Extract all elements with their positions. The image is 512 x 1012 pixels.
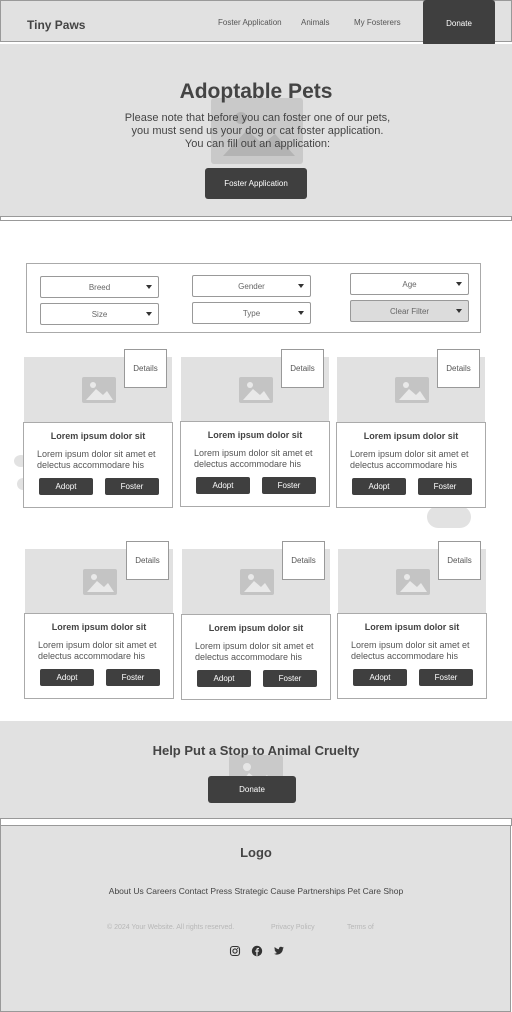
type-select[interactable]: Type [192,302,311,324]
chevron-down-icon [298,284,304,288]
footer-link-pet-care-shop[interactable]: Pet Care Shop [347,886,403,896]
adopt-button[interactable]: Adopt [40,669,94,686]
image-icon [239,377,273,403]
chevron-down-icon [298,311,304,315]
adopt-button[interactable]: Adopt [353,669,407,686]
adopt-button[interactable]: Adopt [197,670,251,687]
pet-card: Lorem ipsum dolor sit Lorem ipsum dolor … [337,613,487,699]
age-select[interactable]: Age [350,273,469,295]
pet-card-description: Lorem ipsum dolor sit amet et delectus a… [37,449,156,470]
image-icon [83,569,117,595]
pet-card-title: Lorem ipsum dolor sit [51,622,147,632]
instagram-icon[interactable] [229,945,241,957]
age-select-label: Age [402,279,417,289]
clear-filter-label: Clear Filter [389,306,430,316]
nav-link-foster-application[interactable]: Foster Application [218,18,282,27]
adopt-button[interactable]: Adopt [196,477,250,494]
hero-line: Please note that before you can foster o… [124,112,391,124]
foster-button[interactable]: Foster [106,669,160,686]
image-icon [82,377,116,403]
terms-link[interactable]: Terms of [347,924,374,931]
nav-link-my-fosterers[interactable]: My Fosterers [354,18,401,27]
adopt-button[interactable]: Adopt [39,478,93,495]
copyright-text: © 2024 Your Website. All rights reserved… [107,924,235,931]
hero-line: you must send us your dog or cat foster … [131,125,384,137]
chevron-down-icon [146,312,152,316]
gender-select[interactable]: Gender [192,275,311,297]
chevron-down-icon [456,309,462,313]
footer-link-about[interactable]: About Us [109,886,144,896]
footer-link-contact[interactable]: Contact [179,886,208,896]
details-button[interactable]: Details [437,349,480,388]
pet-card-description: Lorem ipsum dolor sit amet et delectus a… [195,641,314,662]
donate-button[interactable]: Donate [208,776,296,803]
pet-card-title: Lorem ipsum dolor sit [50,431,146,441]
privacy-policy-link[interactable]: Privacy Policy [271,924,315,931]
footer-link-press[interactable]: Press [210,886,232,896]
details-button[interactable]: Details [124,349,167,388]
footer-links: About Us Careers Contact Press Strategic… [0,886,512,896]
chevron-down-icon [146,285,152,289]
details-button[interactable]: Details [126,541,169,580]
foster-button[interactable]: Foster [419,669,473,686]
pet-card-title: Lorem ipsum dolor sit [364,622,460,632]
pet-card-title: Lorem ipsum dolor sit [208,623,304,633]
foster-application-button[interactable]: Foster Application [205,168,307,199]
size-select-label: Size [91,309,108,319]
chevron-down-icon [456,282,462,286]
foster-button[interactable]: Foster [105,478,159,495]
foster-button[interactable]: Foster [263,670,317,687]
image-icon [395,377,429,403]
cruelty-heading: Help Put a Stop to Animal Cruelty [152,743,360,758]
pet-card: Lorem ipsum dolor sit Lorem ipsum dolor … [181,614,331,700]
details-button[interactable]: Details [281,349,324,388]
pet-card-description: Lorem ipsum dolor sit amet et delectus a… [38,640,157,661]
details-button[interactable]: Details [438,541,481,580]
facebook-icon[interactable] [251,945,263,957]
pet-card-title: Lorem ipsum dolor sit [363,431,459,441]
hero-line: You can fill out an application: [184,138,331,150]
breed-select[interactable]: Breed [40,276,159,298]
section-divider [0,818,512,826]
footer-link-careers[interactable]: Careers [146,886,176,896]
nav-link-animals[interactable]: Animals [301,18,329,27]
image-icon [240,569,274,595]
page-title: Adoptable Pets [179,80,333,103]
twitter-icon[interactable] [273,945,285,957]
pet-card-description: Lorem ipsum dolor sit amet et delectus a… [350,449,469,470]
image-icon [396,569,430,595]
paw-decoration [427,506,471,528]
foster-button[interactable]: Foster [418,478,472,495]
footer-logo[interactable]: Logo [0,845,512,860]
nav-donate-button[interactable]: Donate [423,0,495,46]
hero-description: Please note that before you can foster o… [110,112,405,151]
pet-card-description: Lorem ipsum dolor sit amet et delectus a… [351,640,470,661]
pet-card: Lorem ipsum dolor sit Lorem ipsum dolor … [180,421,330,507]
type-select-label: Type [242,308,261,318]
pet-card: Lorem ipsum dolor sit Lorem ipsum dolor … [336,422,486,508]
section-divider [0,216,512,221]
breed-select-label: Breed [88,282,111,292]
clear-filter-button[interactable]: Clear Filter [350,300,469,322]
brand-name[interactable]: Tiny Paws [27,18,85,32]
pet-card: Lorem ipsum dolor sit Lorem ipsum dolor … [24,613,174,699]
gender-select-label: Gender [238,281,265,291]
pet-card-description: Lorem ipsum dolor sit amet et delectus a… [194,448,313,469]
adopt-button[interactable]: Adopt [352,478,406,495]
pet-card-title: Lorem ipsum dolor sit [207,430,303,440]
size-select[interactable]: Size [40,303,159,325]
footer-link-partnerships[interactable]: Strategic Cause Partnerships [235,886,346,896]
pet-card: Lorem ipsum dolor sit Lorem ipsum dolor … [23,422,173,508]
details-button[interactable]: Details [282,541,325,580]
foster-button[interactable]: Foster [262,477,316,494]
